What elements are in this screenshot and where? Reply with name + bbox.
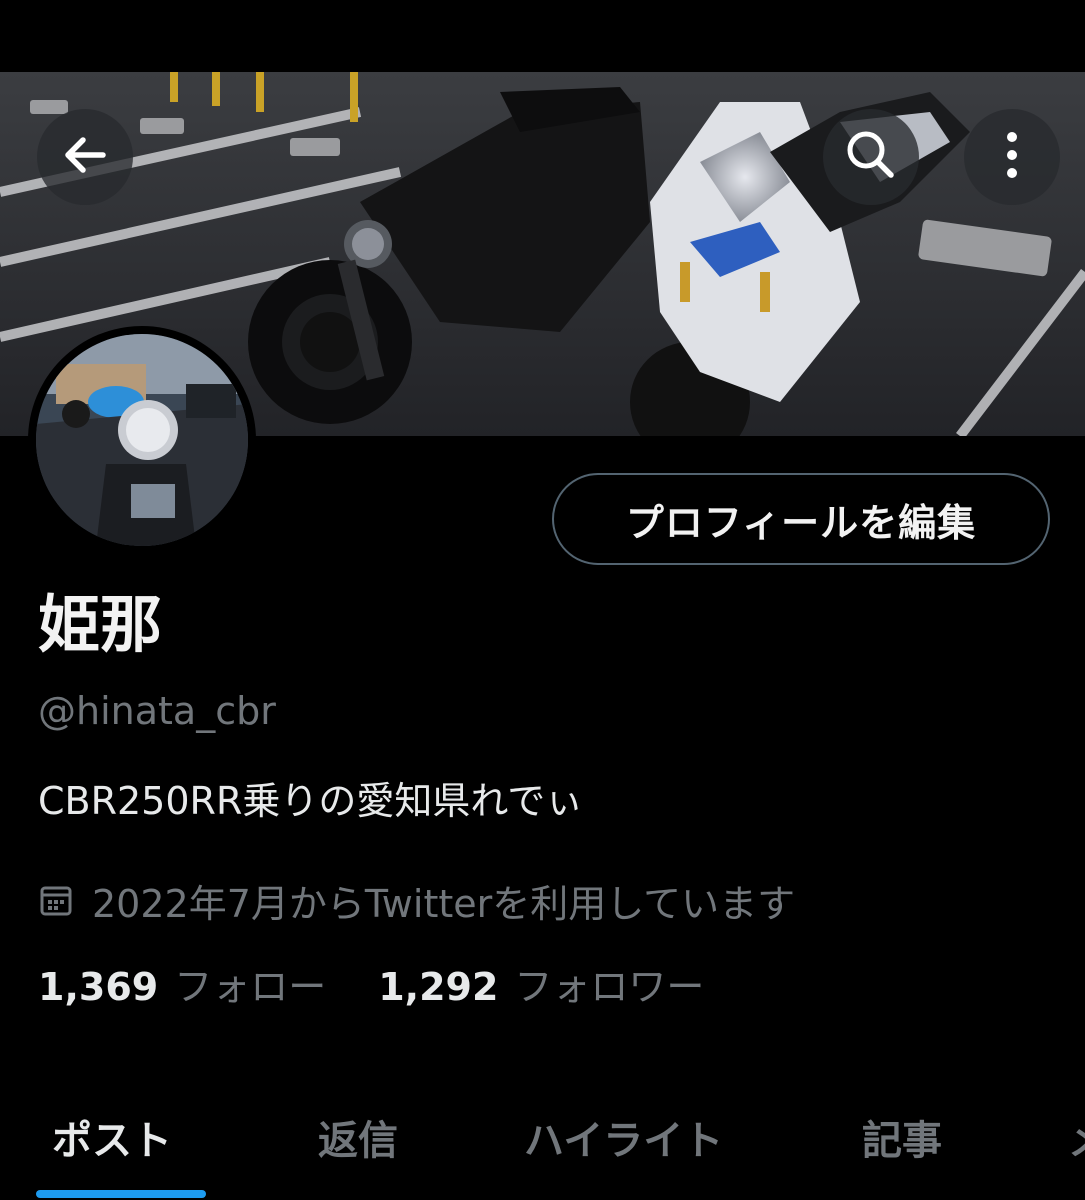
followers-link[interactable]: 1,292 フォロワー (378, 968, 704, 1006)
followers-count: 1,292 (378, 965, 499, 1009)
edit-profile-button[interactable]: プロフィールを編集 (552, 473, 1050, 565)
follow-stats: 1,369 フォロー 1,292 フォロワー (38, 968, 704, 1006)
tab-replies[interactable]: 返信 (318, 1108, 398, 1166)
tab-posts[interactable]: ポスト (52, 1108, 172, 1166)
calendar-icon (38, 882, 74, 918)
arrow-left-icon (57, 127, 113, 187)
back-button[interactable] (37, 109, 133, 205)
user-handle: @hinata_cbr (38, 689, 276, 733)
more-options-button[interactable] (964, 109, 1060, 205)
profile-tabs: ポスト 返信 ハイライト 記事 メ (0, 1090, 1085, 1200)
tab-articles[interactable]: 記事 (862, 1108, 942, 1166)
display-name: 姫那 (38, 588, 163, 661)
more-vertical-icon (1002, 125, 1022, 189)
active-tab-indicator (36, 1190, 206, 1198)
following-label: フォロー (174, 965, 327, 1009)
avatar-image (36, 334, 248, 546)
followers-label: フォロワー (514, 965, 705, 1009)
tab-highlights[interactable]: ハイライト (524, 1108, 723, 1166)
following-count: 1,369 (38, 965, 159, 1009)
search-icon (841, 125, 901, 189)
tab-media[interactable]: メ (1068, 1108, 1085, 1166)
status-bar-area (0, 0, 1085, 72)
avatar[interactable] (28, 326, 256, 554)
following-link[interactable]: 1,369 フォロー (38, 968, 326, 1006)
profile-bio: CBR250RR乗りの愛知県れでぃ (38, 779, 584, 823)
join-date-text: 2022年7月からTwitterを利用しています (92, 881, 796, 926)
search-button[interactable] (823, 109, 919, 205)
join-date: 2022年7月からTwitterを利用しています (38, 872, 795, 928)
